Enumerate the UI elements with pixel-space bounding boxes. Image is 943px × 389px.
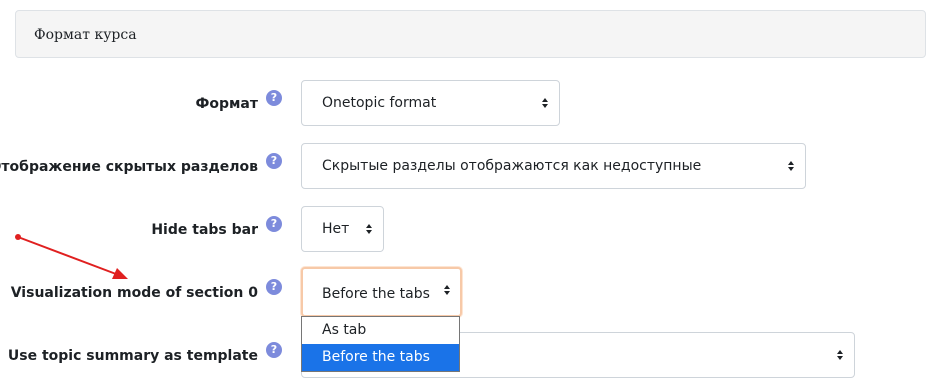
hide-tabs-bar-select[interactable]: Нет xyxy=(301,206,384,252)
hide-tabs-bar-select-value: Нет xyxy=(322,221,350,237)
format-label: Формат xyxy=(195,96,258,112)
visualization-mode-select-value: Before the tabs xyxy=(322,286,430,302)
select-caret-icon xyxy=(366,224,372,234)
select-caret-icon xyxy=(788,161,794,171)
help-icon[interactable]: ? xyxy=(266,90,282,106)
help-icon[interactable]: ? xyxy=(266,342,282,358)
format-select-value: Onetopic format xyxy=(322,95,437,111)
help-icon[interactable]: ? xyxy=(266,279,282,295)
dropdown-option-as-tab[interactable]: As tab xyxy=(302,317,459,344)
annotation-arrow-icon xyxy=(15,234,128,279)
section-title: Формат курса xyxy=(34,27,137,43)
help-icon[interactable]: ? xyxy=(266,216,282,232)
hidden-sections-label: Отображение скрытых разделов xyxy=(0,159,258,175)
select-caret-icon xyxy=(542,98,548,108)
visualization-mode-select[interactable]: Before the tabs xyxy=(301,267,462,317)
dropdown-option-before-the-tabs[interactable]: Before the tabs xyxy=(302,344,459,371)
visualization-mode-dropdown: As tab Before the tabs xyxy=(301,316,460,372)
help-icon[interactable]: ? xyxy=(266,153,282,169)
section-header: Формат курса xyxy=(15,10,926,58)
select-caret-icon xyxy=(444,285,450,295)
select-caret-icon xyxy=(837,350,843,360)
hidden-sections-select[interactable]: Скрытые разделы отображаются как недосту… xyxy=(301,143,806,189)
visualization-mode-label: Visualization mode of section 0 xyxy=(10,285,258,301)
topic-summary-template-label: Use topic summary as template xyxy=(7,348,258,364)
hidden-sections-select-value: Скрытые разделы отображаются как недосту… xyxy=(322,158,702,174)
format-select[interactable]: Onetopic format xyxy=(301,80,560,126)
hide-tabs-bar-label: Hide tabs bar xyxy=(151,222,258,238)
